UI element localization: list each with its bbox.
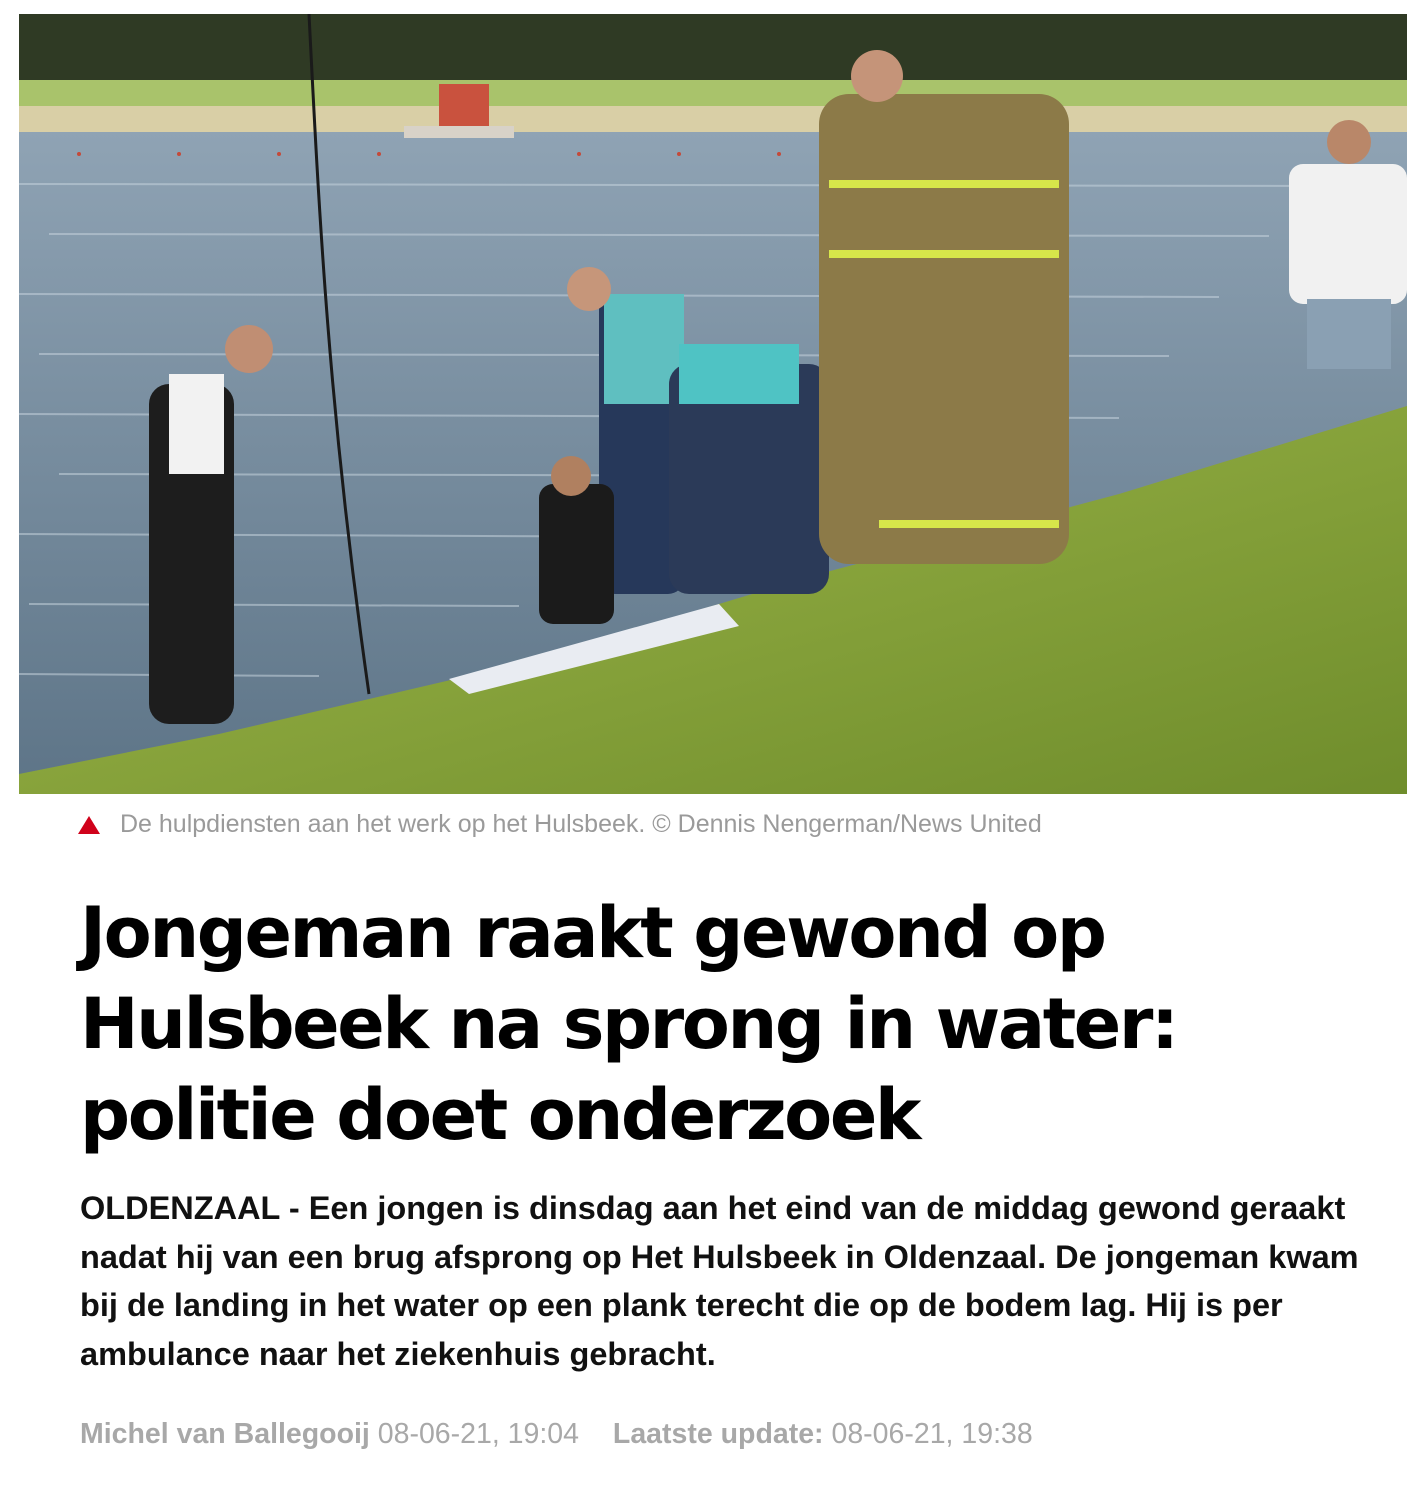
photo-caption: De hulpdiensten aan het werk op het Huls… [78, 808, 1042, 840]
article-photo[interactable] [19, 14, 1407, 794]
article-meta: Michel van Ballegooij 08-06-21, 19:04 La… [80, 1418, 1033, 1451]
published-date: 08-06-21, 19:04 [377, 1418, 579, 1450]
article-headline: Jongeman raakt gewond op Hulsbeek na spr… [80, 892, 1179, 1156]
article-intro: OLDENZAAL - Een jongen is dinsdag aan he… [80, 1190, 1359, 1372]
author-name[interactable]: Michel van Ballegooij [80, 1418, 370, 1450]
caption-text: De hulpdiensten aan het werk op het Huls… [120, 809, 1042, 838]
update-label: Laatste update: [612, 1418, 824, 1450]
triangle-up-icon[interactable] [78, 816, 100, 834]
updated-date: 08-06-21, 19:38 [831, 1418, 1033, 1450]
